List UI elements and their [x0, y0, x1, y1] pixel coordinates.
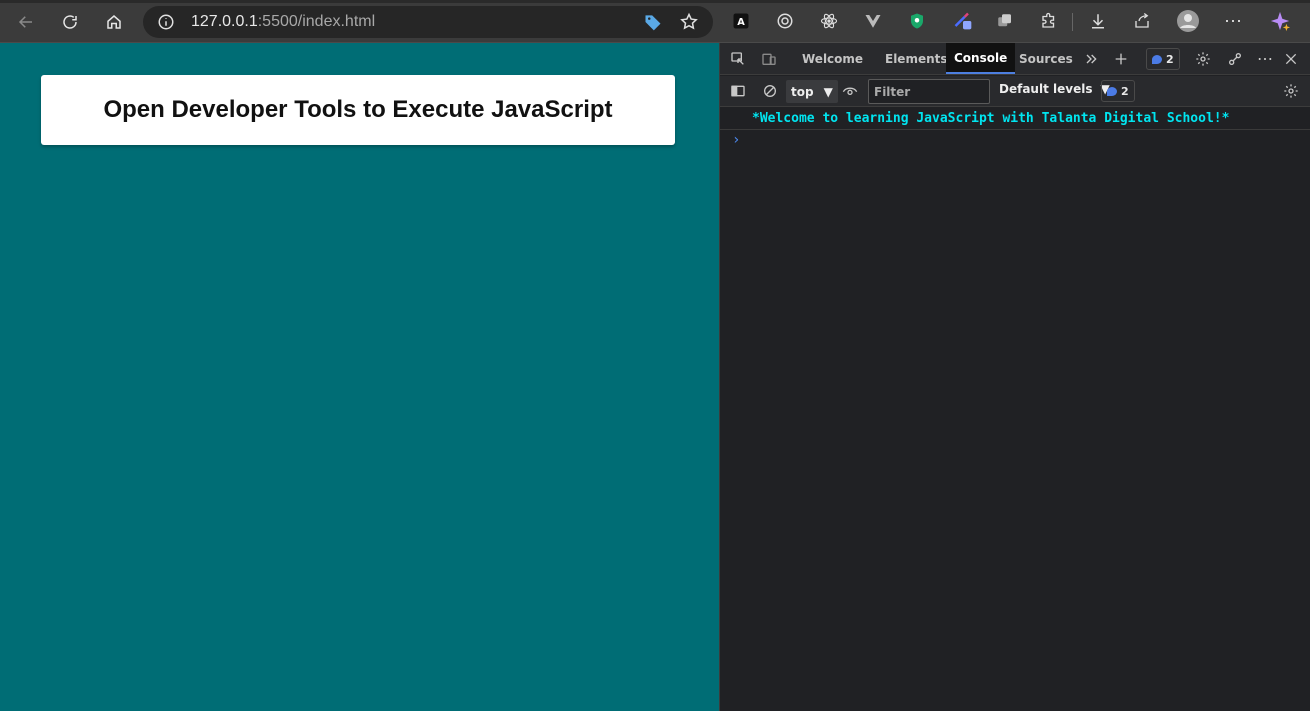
devtools-tabbar: Welcome Elements Console Sources 2 ⋯ [720, 43, 1310, 75]
profile-avatar[interactable] [1176, 9, 1200, 33]
extension-colorpick-icon[interactable] [952, 10, 974, 32]
issue-bubble-icon [1152, 54, 1162, 64]
extension-angular-icon[interactable]: A [730, 10, 752, 32]
clear-console-icon[interactable] [759, 80, 781, 102]
tag-icon[interactable] [643, 12, 663, 32]
console-issues-badge[interactable]: 2 [1101, 80, 1135, 102]
context-selector[interactable]: top ▼ [786, 80, 838, 103]
log-levels-dropdown[interactable]: Default levels ▼ [999, 82, 1110, 96]
page-card: Open Developer Tools to Execute JavaScri… [41, 75, 675, 145]
console-toolbar: top ▼ Default levels ▼ 2 [720, 76, 1310, 107]
home-icon[interactable] [99, 7, 129, 37]
extensions-puzzle-icon[interactable] [1038, 10, 1060, 32]
page-viewport: Open Developer Tools to Execute JavaScri… [0, 43, 719, 711]
share-icon[interactable] [1131, 10, 1153, 32]
tab-sources[interactable]: Sources [1011, 43, 1081, 74]
copilot-sparkle-icon[interactable] [1269, 10, 1291, 32]
live-expression-eye-icon[interactable] [839, 80, 861, 102]
issues-count: 2 [1166, 52, 1174, 66]
reload-icon[interactable] [55, 7, 85, 37]
downloads-icon[interactable] [1087, 10, 1109, 32]
devtools-more-icon[interactable]: ⋯ [1254, 48, 1276, 70]
issues-badge[interactable]: 2 [1146, 48, 1180, 70]
browser-toolbar: 127.0.0.1:5500/index.html A ⋯ [0, 0, 1310, 43]
extension-shield-icon[interactable] [906, 10, 928, 32]
console-prompt[interactable]: › [732, 132, 740, 148]
favorite-add-icon[interactable] [679, 12, 699, 32]
more-options-icon[interactable]: ⋯ [1222, 10, 1244, 32]
tab-elements[interactable]: Elements [877, 43, 956, 74]
context-value: top [791, 84, 814, 99]
extension-tabs-icon[interactable] [994, 10, 1016, 32]
console-issue-bubble-icon [1107, 86, 1117, 96]
toolbar-divider [1072, 13, 1073, 31]
address-bar[interactable]: 127.0.0.1:5500/index.html [143, 6, 713, 38]
console-message-text: *Welcome to learning JavaScript with Tal… [752, 111, 1230, 126]
site-info-icon[interactable] [157, 13, 175, 31]
console-settings-icon[interactable] [1280, 80, 1302, 102]
settings-gear-icon[interactable] [1192, 48, 1214, 70]
extension-vue-icon[interactable] [862, 10, 884, 32]
console-message: *Welcome to learning JavaScript with Tal… [720, 108, 1310, 130]
svg-text:A: A [737, 17, 745, 28]
console-issues-count: 2 [1121, 84, 1129, 98]
log-levels-label: Default levels [999, 82, 1093, 96]
sidebar-toggle-icon[interactable] [727, 80, 749, 102]
extension-react-icon[interactable] [818, 10, 840, 32]
url-text: 127.0.0.1:5500/index.html [191, 13, 376, 30]
back-icon[interactable] [11, 7, 41, 37]
dropdown-arrow-icon: ▼ [823, 84, 833, 99]
add-tab-icon[interactable] [1110, 48, 1132, 70]
connect-icon[interactable] [1224, 48, 1246, 70]
inspect-element-icon[interactable] [727, 48, 749, 70]
tab-console[interactable]: Console [946, 43, 1016, 74]
page-heading: Open Developer Tools to Execute JavaScri… [103, 96, 613, 123]
extension-target-icon[interactable] [774, 10, 796, 32]
close-devtools-icon[interactable] [1280, 48, 1302, 70]
devtools-panel: Welcome Elements Console Sources 2 ⋯ top… [719, 43, 1310, 711]
tab-welcome[interactable]: Welcome [794, 43, 871, 74]
more-tabs-icon[interactable] [1080, 48, 1102, 70]
filter-input[interactable] [868, 79, 990, 104]
device-emulation-icon[interactable] [758, 48, 780, 70]
